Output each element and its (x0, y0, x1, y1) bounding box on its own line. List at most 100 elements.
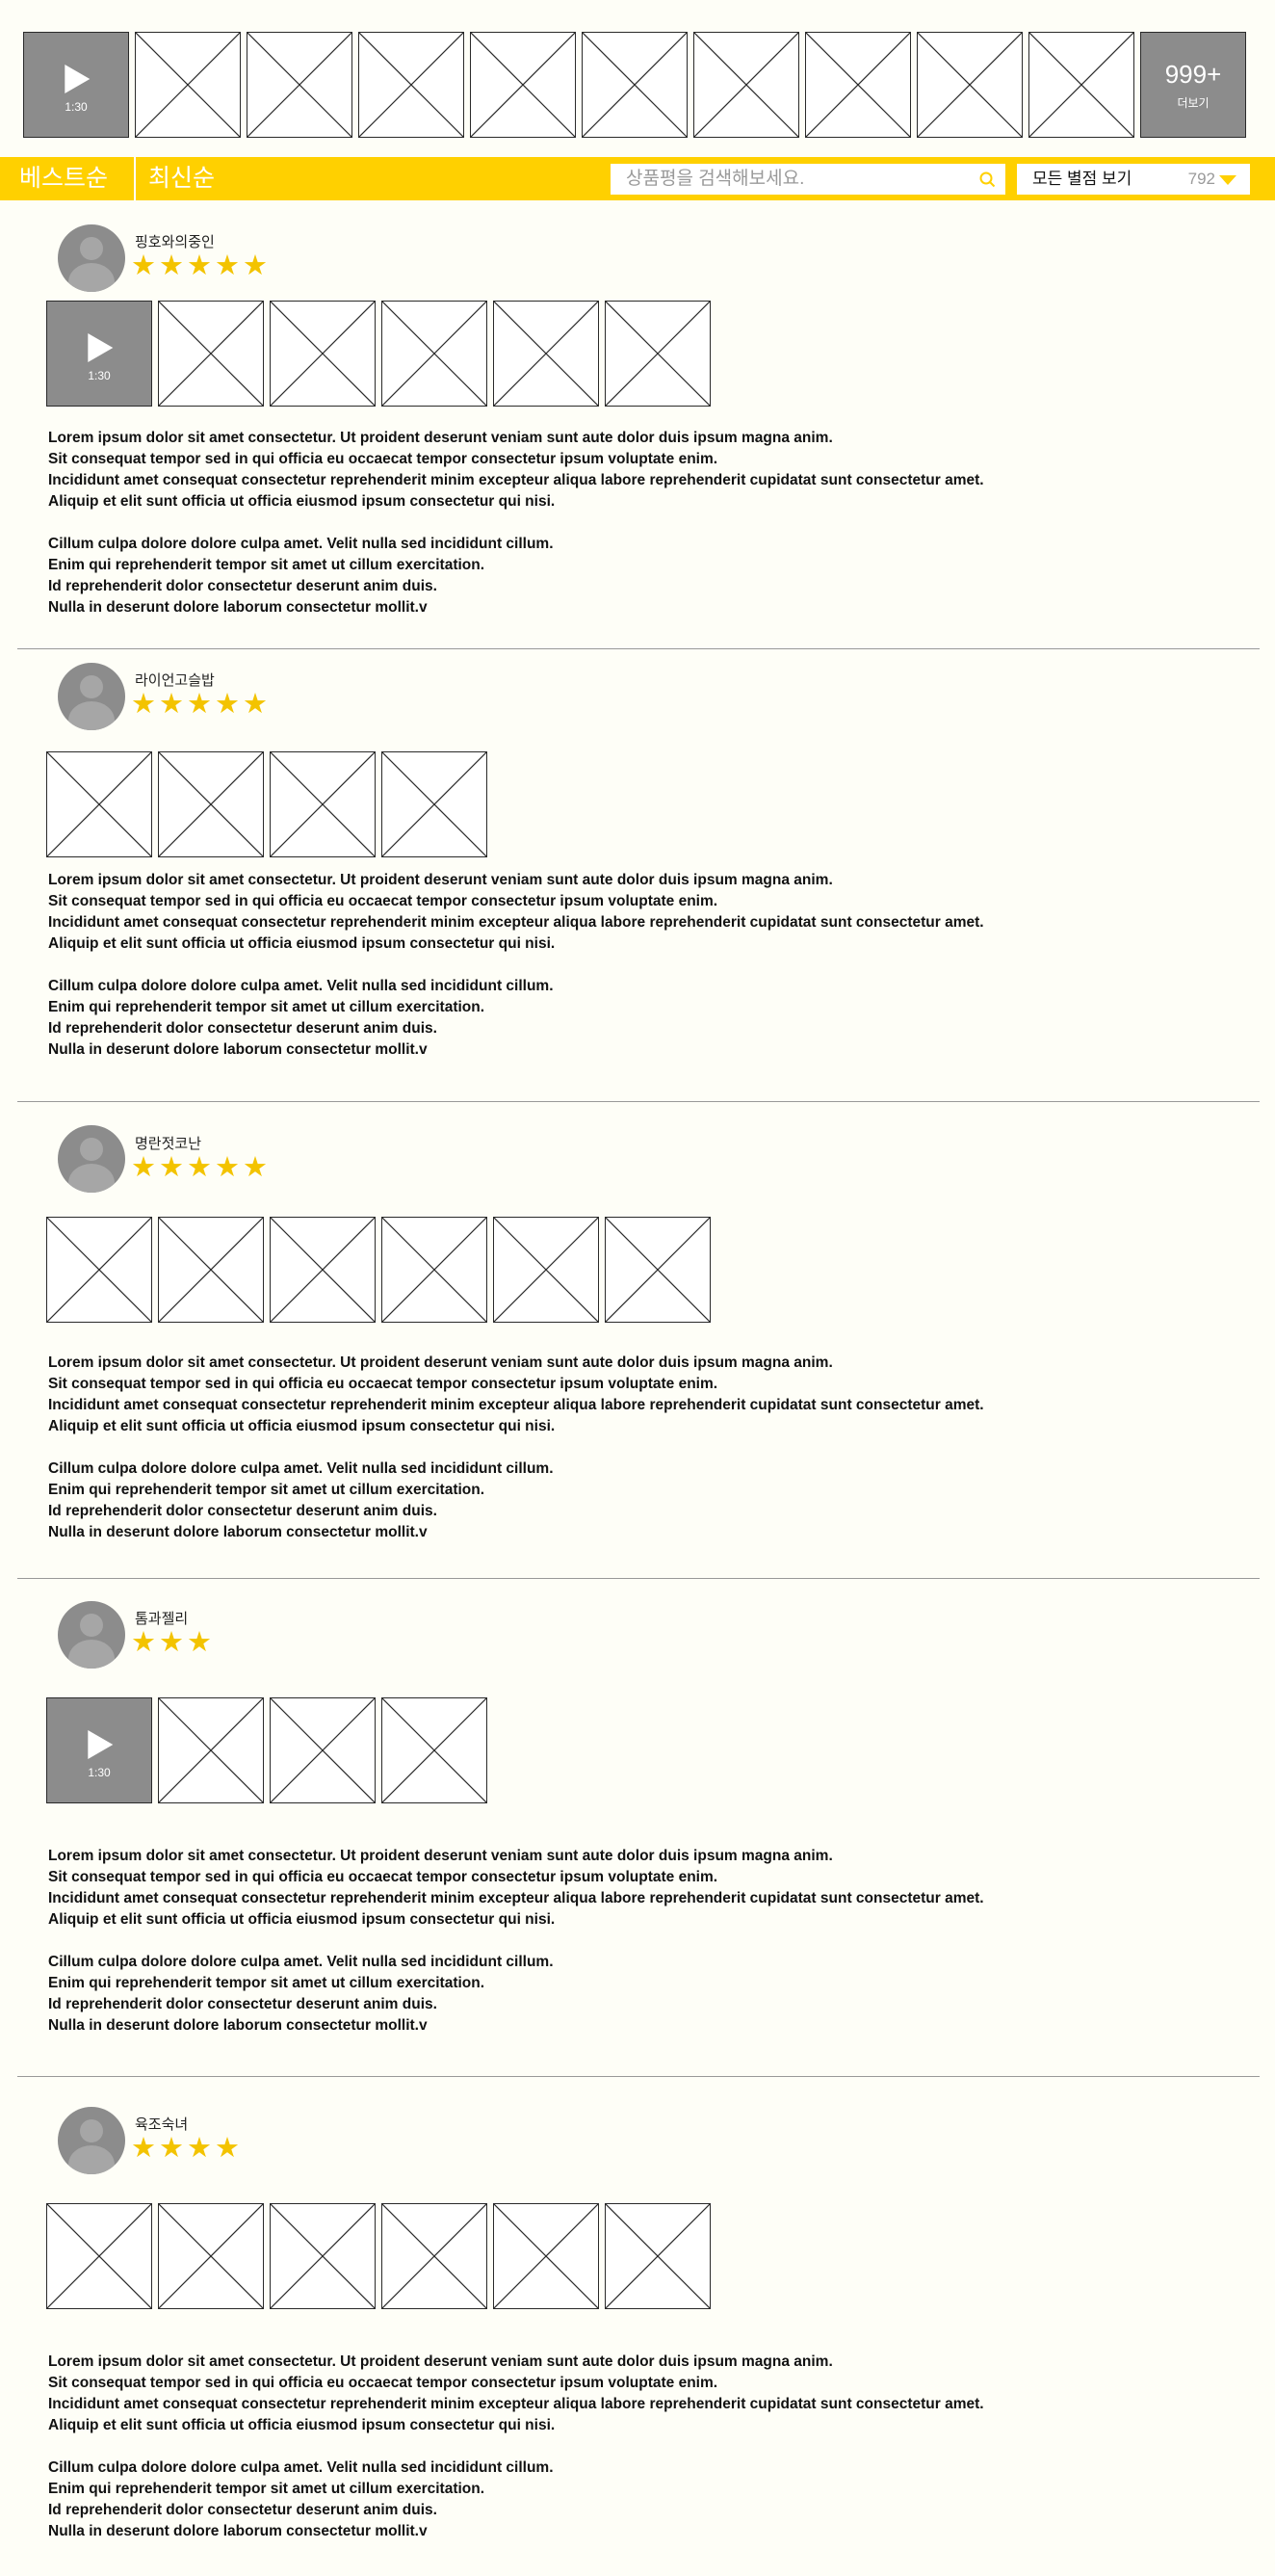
photo-thumbnail[interactable] (605, 1217, 711, 1323)
review-photos (46, 751, 487, 857)
photo-thumbnail[interactable] (158, 1697, 264, 1803)
more-label: 더보기 (1177, 96, 1210, 110)
review-count: 792 (1187, 170, 1215, 188)
video-duration: 1:30 (88, 1766, 111, 1779)
star-icon: ★ (131, 2131, 156, 2164)
photo-thumbnail[interactable] (381, 751, 487, 857)
star-icon: ★ (243, 687, 268, 720)
image-placeholder-icon (494, 2204, 598, 2308)
review-divider (17, 1578, 1260, 1579)
photo-thumbnail[interactable] (158, 1217, 264, 1323)
search-icon[interactable] (978, 171, 996, 188)
photo-thumbnail[interactable] (270, 1697, 376, 1803)
image-placeholder-icon (271, 752, 375, 856)
star-icon: ★ (159, 2131, 184, 2164)
video-thumbnail[interactable]: 1:30 (23, 32, 129, 138)
star-icon: ★ (243, 249, 268, 281)
photo-thumbnail[interactable] (381, 2203, 487, 2309)
image-placeholder-icon (694, 33, 798, 137)
video-thumbnail[interactable]: 1:30 (46, 301, 152, 407)
review-search-input[interactable]: 상품평을 검색해보세요. (611, 164, 1005, 195)
photo-thumbnail[interactable] (582, 32, 688, 138)
star-icon: ★ (215, 1150, 240, 1183)
image-placeholder-icon (159, 2204, 263, 2308)
search-placeholder: 상품평을 검색해보세요. (626, 169, 805, 189)
photo-thumbnail[interactable] (1028, 32, 1134, 138)
image-placeholder-icon (382, 1698, 486, 1802)
review-body: Lorem ipsum dolor sit amet consectetur. … (48, 1353, 984, 1543)
review-body: Lorem ipsum dolor sit amet consectetur. … (48, 428, 984, 618)
photo-thumbnail[interactable] (46, 751, 152, 857)
photo-thumbnail[interactable] (693, 32, 799, 138)
image-placeholder-icon (271, 2204, 375, 2308)
photo-thumbnail[interactable] (381, 1217, 487, 1323)
image-placeholder-icon (471, 33, 575, 137)
rating-filter-select[interactable]: 모든 별점 보기 792 (1017, 164, 1250, 195)
image-placeholder-icon (136, 33, 240, 137)
star-icon: ★ (243, 1150, 268, 1183)
photo-thumbnail[interactable] (270, 751, 376, 857)
photo-thumbnail[interactable] (381, 301, 487, 407)
review-body: Lorem ipsum dolor sit amet consectetur. … (48, 870, 984, 1061)
image-placeholder-icon (382, 752, 486, 856)
image-placeholder-icon (583, 33, 687, 137)
photo-thumbnail[interactable] (247, 32, 352, 138)
photo-thumbnail[interactable] (805, 32, 911, 138)
photo-thumbnail[interactable] (158, 2203, 264, 2309)
photo-thumbnail[interactable] (158, 751, 264, 857)
video-duration: 1:30 (88, 369, 111, 382)
image-placeholder-icon (494, 1218, 598, 1322)
star-rating: ★ ★ ★ ★ ★ (131, 249, 269, 281)
avatar (58, 224, 125, 292)
chevron-down-icon (1219, 175, 1236, 185)
image-placeholder-icon (159, 1698, 263, 1802)
star-icon: ★ (187, 1625, 212, 1658)
photo-thumbnail[interactable] (358, 32, 464, 138)
review-toolbar: 베스트순 최신순 상품평을 검색해보세요. 모든 별점 보기 792 (0, 157, 1275, 200)
image-placeholder-icon (271, 302, 375, 406)
photo-thumbnail[interactable] (135, 32, 241, 138)
sort-tab-best[interactable]: 베스트순 (19, 157, 108, 200)
image-placeholder-icon (47, 752, 151, 856)
star-icon: ★ (131, 687, 156, 720)
image-placeholder-icon (494, 302, 598, 406)
tab-divider (134, 157, 136, 200)
video-thumbnail[interactable]: 1:30 (46, 1697, 152, 1803)
star-icon: ★ (159, 687, 184, 720)
photo-thumbnail[interactable] (270, 301, 376, 407)
star-icon: ★ (187, 687, 212, 720)
review-photos (46, 1217, 711, 1323)
avatar (58, 1125, 125, 1193)
photo-thumbnail[interactable] (493, 301, 599, 407)
avatar (58, 1601, 125, 1669)
review-divider (17, 648, 1260, 649)
star-icon: ★ (215, 687, 240, 720)
review-paragraph: Cillum culpa dolore dolore culpa amet. V… (48, 536, 554, 616)
image-placeholder-icon (606, 1218, 710, 1322)
photo-thumbnail[interactable] (605, 2203, 711, 2309)
photo-thumbnail[interactable] (46, 2203, 152, 2309)
photo-thumbnail[interactable] (270, 1217, 376, 1323)
photo-thumbnail[interactable] (158, 301, 264, 407)
photo-thumbnail[interactable] (605, 301, 711, 407)
rating-filter-label: 모든 별점 보기 (1032, 170, 1132, 188)
star-icon: ★ (187, 1150, 212, 1183)
photo-thumbnail[interactable] (381, 1697, 487, 1803)
photo-thumbnail[interactable] (917, 32, 1023, 138)
review-paragraph: Lorem ipsum dolor sit amet consectetur. … (48, 430, 984, 510)
photo-thumbnail[interactable] (270, 2203, 376, 2309)
image-placeholder-icon (159, 1218, 263, 1322)
review-photos: 1:30 (46, 1697, 487, 1803)
sort-tab-newest[interactable]: 최신순 (148, 157, 215, 200)
photo-thumbnail[interactable] (493, 1217, 599, 1323)
star-icon: ★ (159, 1625, 184, 1658)
photo-thumbnail[interactable] (470, 32, 576, 138)
photo-thumbnail[interactable] (46, 1217, 152, 1323)
image-placeholder-icon (159, 302, 263, 406)
more-media-button[interactable]: 999+ 더보기 (1140, 32, 1246, 138)
star-rating: ★ ★ ★ ★ ★ (131, 1150, 269, 1183)
photo-thumbnail[interactable] (493, 2203, 599, 2309)
video-duration: 1:30 (65, 100, 88, 114)
media-gallery: 1:30 999+ 더보기 (23, 32, 1246, 138)
play-icon (88, 333, 114, 362)
